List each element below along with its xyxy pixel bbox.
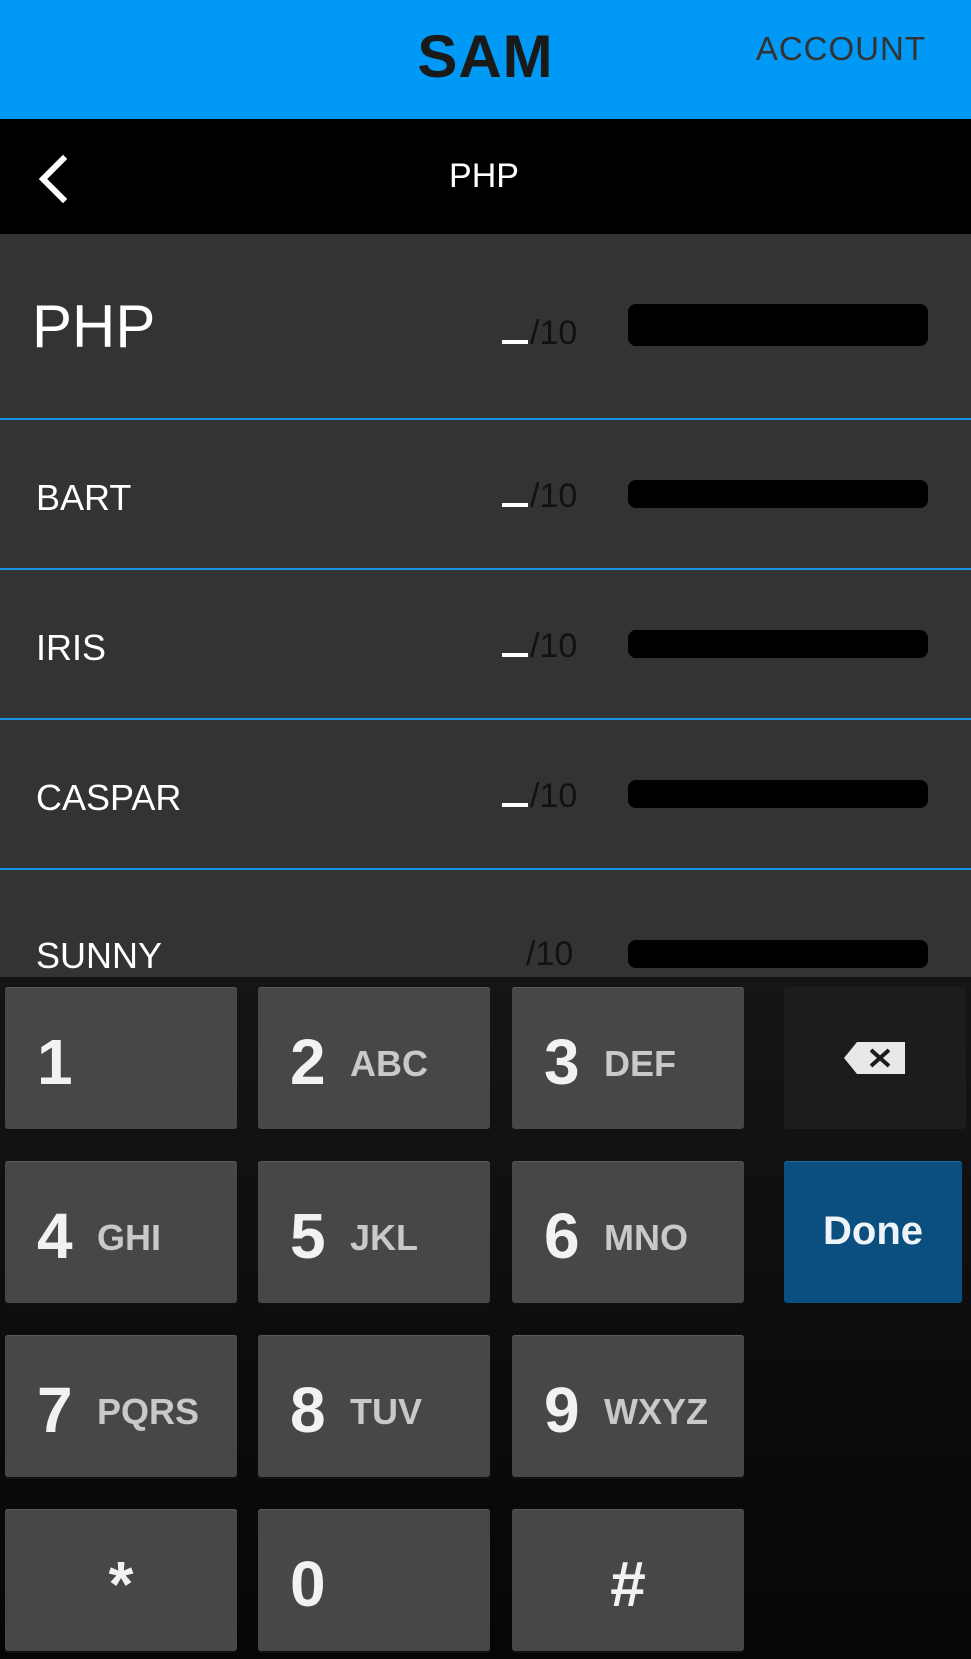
member-name: IRIS (36, 627, 107, 668)
backspace-key[interactable] (784, 987, 966, 1129)
backspace-icon (844, 1042, 905, 1074)
key-digit: 2 (290, 1026, 326, 1098)
member-name: BART (36, 477, 132, 518)
key-9[interactable]: 9 WXYZ (512, 1335, 744, 1477)
key-digit: 0 (290, 1548, 326, 1620)
nav-title: PHP (449, 157, 519, 195)
rating-row: SUNNY /10 (0, 870, 971, 977)
done-label: Done (823, 1209, 923, 1253)
key-8[interactable]: 8 TUV (258, 1335, 490, 1477)
key-3[interactable]: 3 DEF (512, 987, 744, 1129)
score-suffix: /10 (530, 477, 578, 515)
score-blank (502, 793, 528, 807)
key-digit: # (610, 1548, 646, 1620)
key-letters: GHI (97, 1217, 162, 1258)
nav-bar: PHP (0, 119, 968, 234)
key-digit: 8 (290, 1374, 326, 1446)
rating-row: IRIS /10 (0, 570, 971, 720)
key-6[interactable]: 6 MNO (512, 1161, 744, 1303)
key-5[interactable]: 5 JKL (258, 1161, 490, 1303)
key-letters: MNO (604, 1217, 688, 1258)
key-4[interactable]: 4 GHI (5, 1161, 237, 1303)
key-letters: PQRS (97, 1391, 200, 1432)
rating-row: CASPAR /10 (0, 720, 971, 870)
key-digit: 3 (544, 1026, 580, 1098)
score-suffix: /10 (530, 627, 578, 665)
key-letters: JKL (350, 1217, 419, 1258)
rating-row: BART /10 (0, 420, 971, 570)
key-digit: 4 (37, 1200, 73, 1272)
key-digit: 5 (290, 1200, 326, 1272)
key-digit: 9 (544, 1374, 580, 1446)
key-1[interactable]: 1 (5, 987, 237, 1129)
key-digit: * (108, 1548, 134, 1620)
key-7[interactable]: 7 PQRS (5, 1335, 237, 1477)
score-blank (502, 493, 528, 507)
ratings-list: PHP /10 BART /10 IRIS /10 CASPAR /10 SUN… (0, 234, 971, 977)
rating-bar (628, 780, 928, 808)
rating-bar (628, 480, 928, 508)
app-header: SAM ACCOUNT (0, 0, 971, 119)
key-letters: WXYZ (604, 1391, 708, 1432)
key-letters: TUV (350, 1391, 422, 1432)
key-digit: 6 (544, 1200, 580, 1272)
score-blank (502, 330, 528, 344)
summary-name: PHP (32, 293, 156, 360)
member-name: SUNNY (36, 935, 163, 976)
score-suffix: /10 (526, 935, 574, 973)
summary-rating-bar (628, 304, 928, 346)
rating-bar (628, 940, 928, 968)
summary-row: PHP /10 (0, 234, 971, 420)
done-button[interactable]: Done (784, 1161, 962, 1303)
key-letters: ABC (350, 1043, 428, 1084)
score-blank (502, 643, 528, 657)
key-2[interactable]: 2 ABC (258, 987, 490, 1129)
key-hash[interactable]: # (512, 1509, 744, 1651)
account-link[interactable]: ACCOUNT (756, 30, 926, 68)
score-suffix: /10 (530, 314, 578, 352)
score-suffix: /10 (530, 777, 578, 815)
score-input[interactable]: /10 (502, 477, 577, 516)
key-0[interactable]: 0 (258, 1509, 490, 1651)
key-letters: DEF (604, 1043, 676, 1084)
score-input[interactable]: /10 (502, 627, 577, 666)
member-name: CASPAR (36, 777, 182, 818)
score-input[interactable]: /10 (502, 777, 577, 816)
numeric-keyboard: 1 2 ABC 3 DEF 4 GHI 5 JKL 6 MNO Done 7 P… (0, 977, 971, 1659)
key-digit: 7 (37, 1374, 73, 1446)
score-input[interactable]: /10 (526, 935, 573, 974)
summary-score[interactable]: /10 (502, 314, 577, 353)
rating-bar (628, 630, 928, 658)
key-star[interactable]: * (5, 1509, 237, 1651)
key-digit: 1 (37, 1026, 73, 1098)
